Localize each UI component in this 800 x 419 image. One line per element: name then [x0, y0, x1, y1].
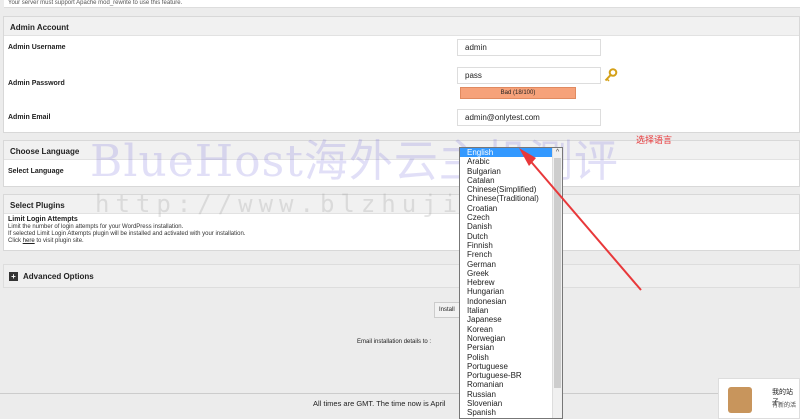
language-dropdown[interactable]: English Arabic Bulgarian Catalan Chinese(Sim… [459, 147, 563, 419]
language-option[interactable]: Danish [460, 222, 554, 231]
language-heading: Choose Language [4, 141, 799, 160]
language-option[interactable]: Russian [460, 390, 554, 399]
plugin-site-link[interactable]: here [23, 238, 35, 244]
language-option[interactable]: Croatian [460, 204, 554, 213]
admin-email-input[interactable]: admin@onlytest.com [457, 109, 601, 126]
language-option[interactable]: Slovenian [460, 399, 554, 408]
language-option[interactable]: German [460, 260, 554, 269]
footer-text: All times are GMT. The time now is April [313, 399, 446, 408]
avatar [728, 387, 752, 413]
plugin-desc-3: Click here to visit plugin site. [8, 238, 84, 244]
annotation-label: 选择语言 [636, 135, 673, 145]
password-strength-meter: Bad (18/100) [460, 87, 576, 99]
admin-account-heading: Admin Account [4, 17, 799, 36]
chat-line-2: 有新的活 [772, 403, 797, 409]
plugin-desc-3-pre: Click [8, 238, 23, 244]
language-option[interactable]: Hungarian [460, 287, 554, 296]
advanced-options-toggle[interactable]: + Advanced Options [3, 264, 800, 288]
language-option[interactable]: Chinese(Traditional) [460, 194, 554, 203]
dropdown-scrollbar[interactable]: ^ [552, 148, 562, 418]
admin-account-panel: Admin Account [3, 16, 800, 133]
plugin-desc-1: Limit the number of login attempts for y… [8, 224, 184, 230]
language-option[interactable]: Dutch [460, 232, 554, 241]
language-option[interactable]: Spanish [460, 408, 554, 417]
language-option[interactable]: Greek [460, 269, 554, 278]
plugin-name: Limit Login Attempts [8, 216, 78, 223]
chat-widget[interactable]: 我的站子 有新的活 [718, 378, 800, 419]
language-option[interactable]: French [460, 250, 554, 259]
plugins-panel: Select Plugins [3, 194, 800, 251]
language-option[interactable]: Romanian [460, 380, 554, 389]
plugin-desc-2: If selected Limit Login Attempts plugin … [8, 231, 246, 237]
plugins-heading: Select Plugins [4, 195, 799, 214]
email-details-label: Email installation details to : [357, 339, 432, 345]
language-option[interactable]: Portuguese [460, 362, 554, 371]
language-option[interactable]: Korean [460, 325, 554, 334]
language-option[interactable]: Arabic [460, 157, 554, 166]
language-option[interactable]: Czech [460, 213, 554, 222]
language-option[interactable]: Norwegian [460, 334, 554, 343]
language-option[interactable]: Catalan [460, 176, 554, 185]
language-option[interactable]: Bulgarian [460, 167, 554, 176]
scrollbar-thumb[interactable] [554, 158, 561, 388]
admin-username-label: Admin Username [8, 44, 66, 51]
language-option[interactable]: Japanese [460, 315, 554, 324]
language-option[interactable]: Hebrew [460, 278, 554, 287]
footer-divider [0, 393, 800, 394]
admin-password-label: Admin Password [8, 80, 65, 87]
select-language-label: Select Language [8, 168, 64, 175]
language-option[interactable]: Italian [460, 306, 554, 315]
language-option[interactable]: Polish [460, 353, 554, 362]
admin-email-label: Admin Email [8, 114, 51, 121]
advanced-options-label: Advanced Options [23, 272, 94, 281]
admin-password-input[interactable]: pass [457, 67, 601, 84]
admin-username-input[interactable]: admin [457, 39, 601, 56]
plugin-desc-3-post: to visit plugin site. [34, 238, 84, 244]
language-option[interactable]: Portuguese-BR [460, 371, 554, 380]
language-option[interactable]: English [460, 148, 554, 158]
language-option[interactable]: Finnish [460, 241, 554, 250]
language-panel: Choose Language [3, 140, 800, 187]
language-option[interactable]: Chinese(Simplified) [460, 185, 554, 194]
key-icon[interactable] [604, 68, 618, 82]
plus-icon[interactable]: + [9, 272, 18, 281]
language-option[interactable]: Indonesian [460, 297, 554, 306]
language-option[interactable]: Persian [460, 343, 554, 352]
language-options-list: English Arabic Bulgarian Catalan Chinese(Sim… [460, 148, 554, 418]
scroll-up-icon[interactable]: ^ [553, 148, 562, 157]
top-note: Your server must support Apache mod_rewr… [4, 0, 800, 8]
